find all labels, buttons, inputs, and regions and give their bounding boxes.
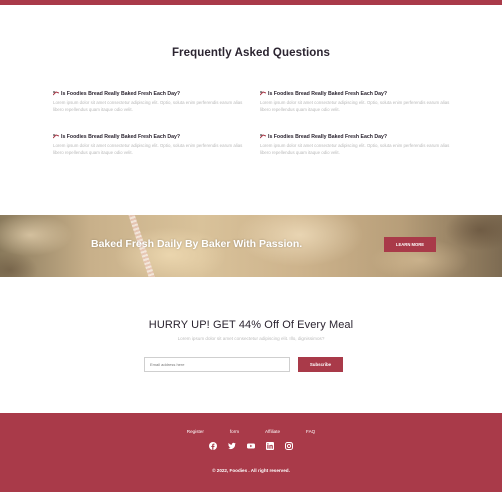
wheat-icon: [53, 134, 59, 139]
footer-nav: Register form Affiliate FAQ: [0, 429, 502, 434]
footer-link-affiliate[interactable]: Affiliate: [265, 429, 280, 434]
faq-question: Is Foodies Bread Really Baked Fresh Each…: [61, 133, 181, 140]
footer-link-faq[interactable]: FAQ: [306, 429, 315, 434]
faq-answer: Lorem ipsum dolor sit amet consectetur a…: [53, 100, 243, 113]
copyright-text: © 2022, Foodies . All right reserved.: [212, 468, 290, 473]
faq-question-row[interactable]: Is Foodies Bread Really Baked Fresh Each…: [260, 90, 460, 97]
faq-answer: Lorem ipsum dolor sit amet consectetur a…: [260, 143, 450, 156]
youtube-icon[interactable]: [247, 442, 255, 450]
footer: Register form Affiliate FAQ © 2022, Food…: [0, 413, 502, 492]
faq-question: Is Foodies Bread Really Baked Fresh Each…: [61, 90, 181, 97]
linkedin-icon[interactable]: [266, 442, 274, 450]
footer-link-form[interactable]: form: [230, 429, 239, 434]
social-links: [0, 442, 502, 450]
faq-item: Is Foodies Bread Really Baked Fresh Each…: [53, 133, 253, 156]
wheat-icon: [260, 134, 266, 139]
faq-question: Is Foodies Bread Really Baked Fresh Each…: [268, 90, 388, 97]
wheat-icon: [53, 91, 59, 96]
footer-link-register[interactable]: Register: [187, 429, 204, 434]
faq-question-row[interactable]: Is Foodies Bread Really Baked Fresh Each…: [53, 133, 253, 140]
faq-item: Is Foodies Bread Really Baked Fresh Each…: [53, 90, 253, 113]
subscribe-button[interactable]: Subscribe: [298, 357, 343, 372]
faq-item: Is Foodies Bread Really Baked Fresh Each…: [260, 133, 460, 156]
wheat-icon: [260, 91, 266, 96]
faq-question-row[interactable]: Is Foodies Bread Really Baked Fresh Each…: [53, 90, 253, 97]
faq-question: Is Foodies Bread Really Baked Fresh Each…: [268, 133, 388, 140]
instagram-icon[interactable]: [285, 442, 293, 450]
banner-headline: Baked Fresh Daily By Baker With Passion.: [91, 238, 303, 250]
learn-more-button[interactable]: LEARN MORE: [384, 237, 436, 252]
faq-item: Is Foodies Bread Really Baked Fresh Each…: [260, 90, 460, 113]
facebook-icon[interactable]: [209, 442, 217, 450]
promo-subtitle: Lorem ipsum dolor sit amet consectetur a…: [177, 336, 325, 341]
promo-title: HURRY UP! GET 44% Off Of Every Meal: [148, 319, 354, 331]
faq-answer: Lorem ipsum dolor sit amet consectetur a…: [260, 100, 450, 113]
top-accent-bar: [0, 0, 502, 5]
email-input[interactable]: [144, 357, 290, 372]
twitter-icon[interactable]: [228, 442, 236, 450]
faq-answer: Lorem ipsum dolor sit amet consectetur a…: [53, 143, 243, 156]
faq-question-row[interactable]: Is Foodies Bread Really Baked Fresh Each…: [260, 133, 460, 140]
faq-title: Frequently Asked Questions: [171, 47, 331, 59]
